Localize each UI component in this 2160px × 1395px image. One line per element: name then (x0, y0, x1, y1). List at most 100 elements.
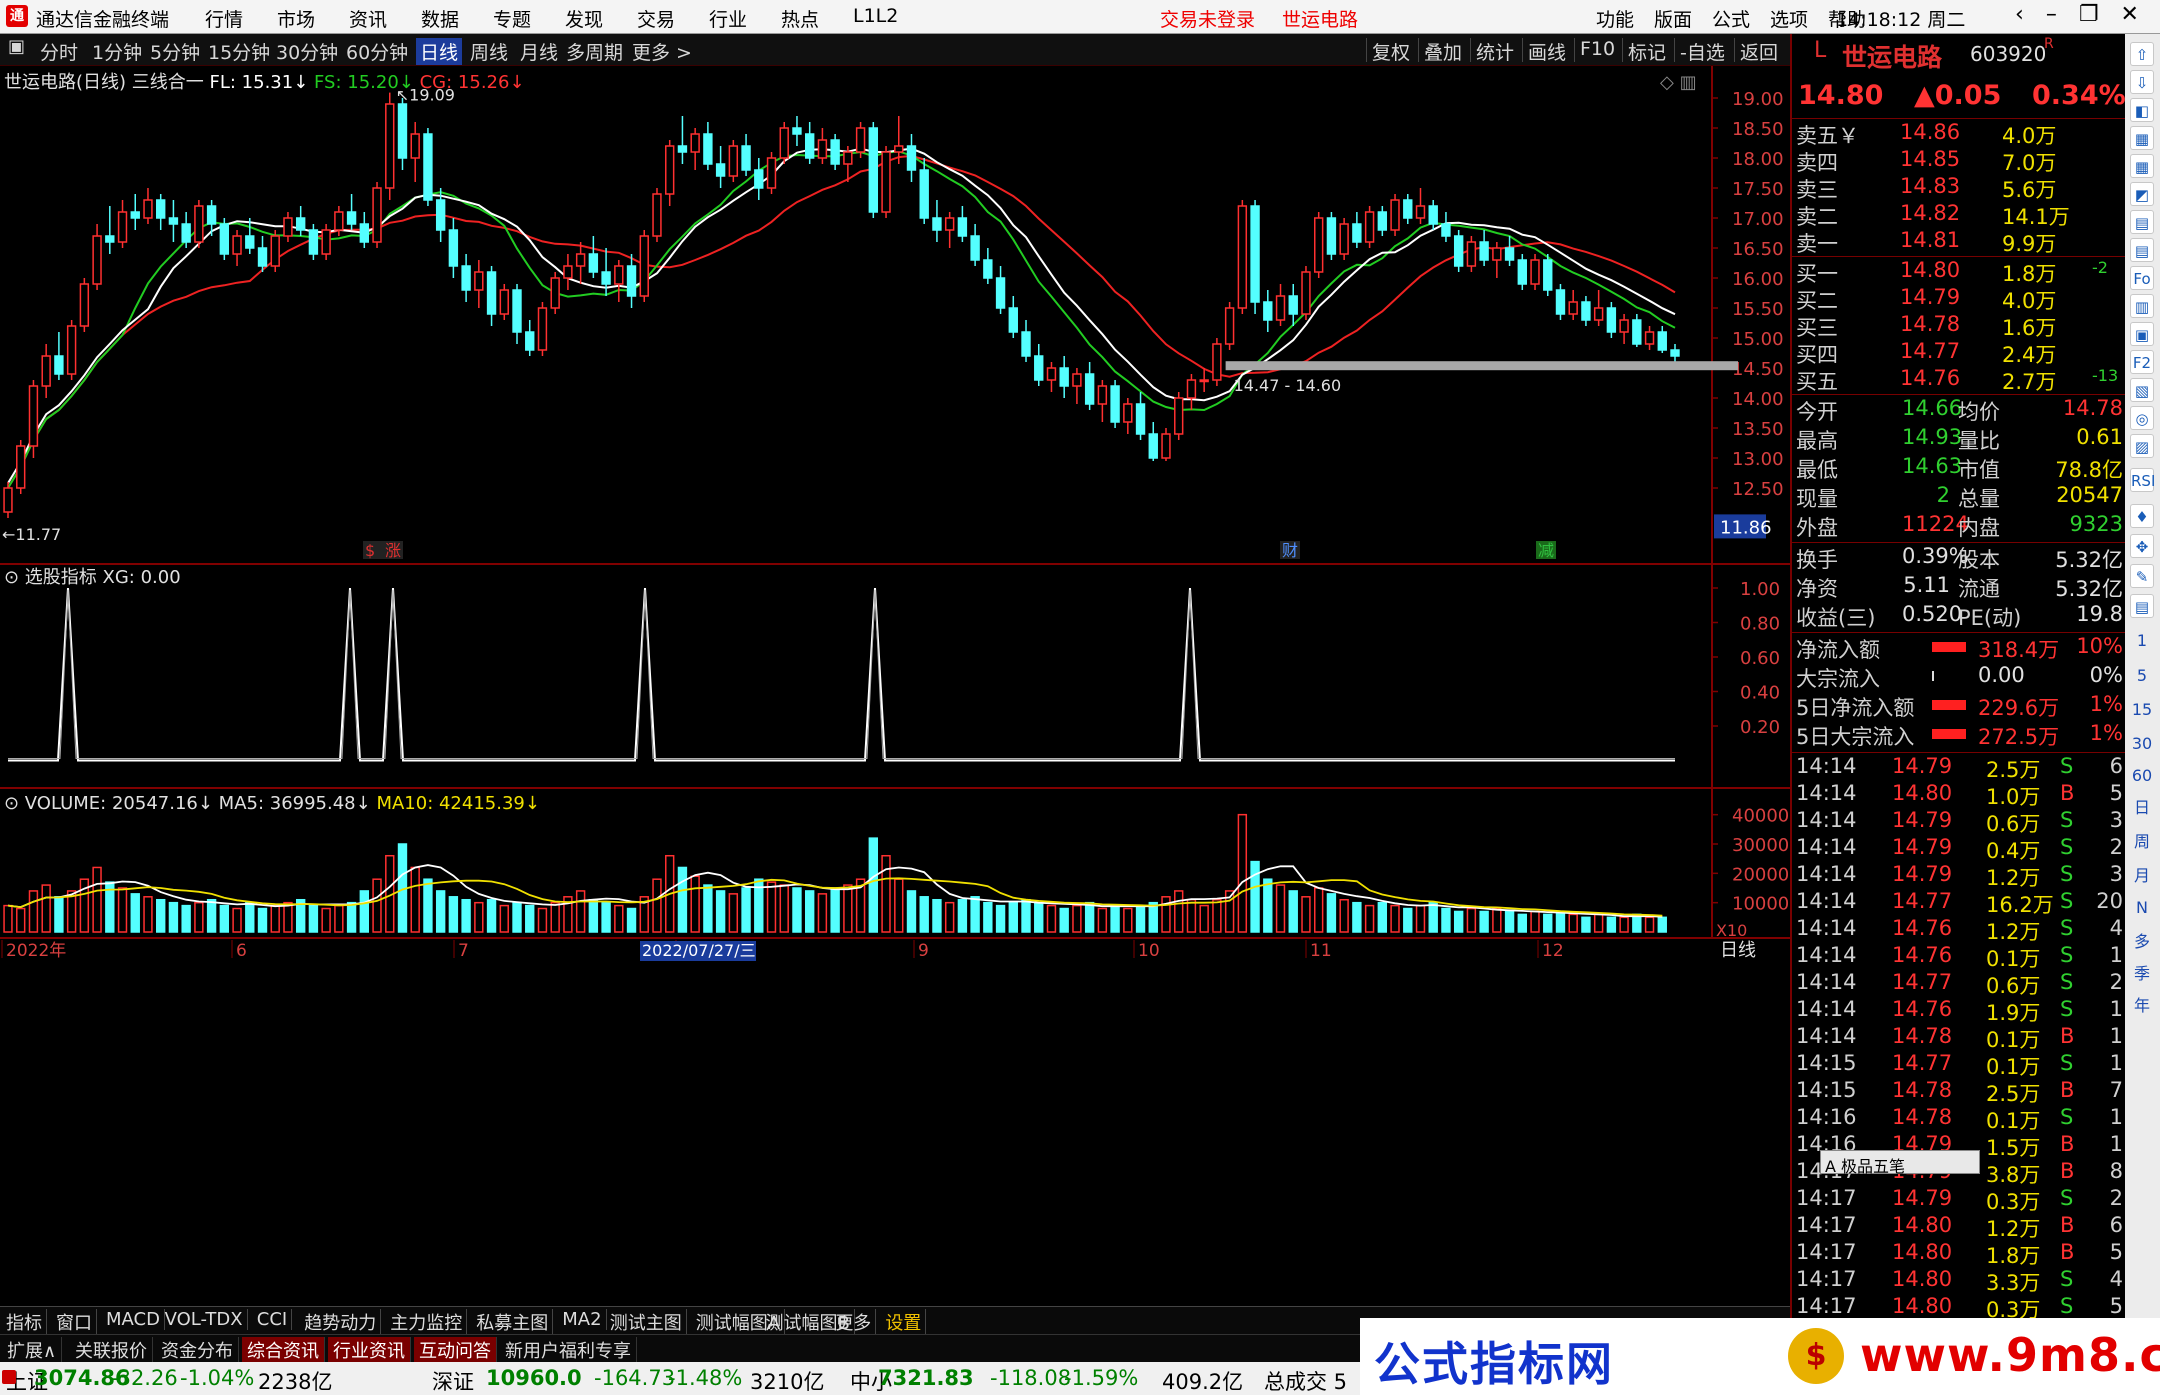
candle-body[interactable] (435, 199, 446, 231)
candle-body[interactable] (156, 199, 166, 219)
candle-body[interactable] (1339, 223, 1349, 255)
period-0[interactable]: 分时 (40, 38, 78, 65)
candle-body[interactable] (486, 271, 497, 315)
candle-body[interactable] (1174, 397, 1184, 435)
candle-body[interactable] (995, 277, 1006, 309)
indicator-tab[interactable]: CCI (253, 1309, 293, 1330)
candle-body[interactable] (1237, 205, 1248, 309)
support-band[interactable] (1225, 361, 1738, 371)
candle-body[interactable] (919, 169, 929, 219)
candle-body[interactable] (779, 127, 789, 159)
candle-body[interactable] (830, 139, 840, 165)
candle-body[interactable] (130, 211, 140, 219)
candle-body[interactable] (143, 199, 153, 219)
period-3[interactable]: 15分钟 (208, 38, 270, 65)
side-icon-17[interactable]: ✥ (2130, 534, 2154, 558)
candle-body[interactable] (614, 265, 624, 285)
candle-body[interactable] (1352, 223, 1362, 243)
candle-body[interactable] (283, 217, 293, 237)
side-icon-13[interactable]: ◎ (2130, 406, 2154, 430)
restore-icon[interactable]: ❐ (2079, 2, 2099, 27)
side-icon-20[interactable]: 1 (2130, 629, 2154, 653)
candle-body[interactable] (690, 133, 700, 153)
candle-body[interactable] (970, 235, 980, 261)
candle-body[interactable] (16, 445, 26, 489)
info-tab[interactable]: 新用户福利专享 (500, 1337, 637, 1363)
candle-body[interactable] (1415, 205, 1426, 219)
candle-body[interactable] (270, 235, 280, 267)
candle-body[interactable] (92, 235, 102, 285)
candle-body[interactable] (359, 223, 370, 243)
candle-body[interactable] (1046, 367, 1057, 381)
period-7[interactable]: 周线 (470, 38, 508, 65)
candle-body[interactable] (1543, 259, 1553, 291)
indicator-tab[interactable]: MA2 (558, 1309, 607, 1330)
candle-body[interactable] (1428, 205, 1438, 225)
tool-3[interactable]: 画线 (1528, 38, 1566, 65)
candle-body[interactable] (1453, 235, 1464, 267)
candle-body[interactable] (1110, 385, 1120, 423)
candle-body[interactable] (843, 151, 853, 165)
tool-5[interactable]: 标记 (1628, 38, 1666, 65)
candle-body[interactable] (792, 127, 802, 135)
candle-body[interactable] (1148, 433, 1158, 459)
chart-area[interactable]: 19.00 18.50 18.00 17.50 17.00 16.50 16.00 15.50… (0, 66, 1790, 1311)
candle-body[interactable] (1199, 379, 1209, 383)
candle-body[interactable] (754, 169, 764, 189)
candle-body[interactable] (906, 145, 917, 171)
candle-body[interactable] (1021, 331, 1031, 357)
candle-body[interactable] (372, 187, 382, 243)
candle-body[interactable] (1301, 271, 1311, 315)
side-icon-25[interactable]: 日 (2130, 796, 2154, 820)
candle-body[interactable] (1072, 373, 1082, 387)
candle-body[interactable] (168, 217, 179, 225)
indicator-tab[interactable]: 测试主图 (606, 1309, 687, 1335)
indicator-tab[interactable]: 更多 (831, 1309, 877, 1335)
side-icon-12[interactable]: ▧ (2130, 378, 2154, 402)
candle-body[interactable] (804, 133, 815, 159)
side-icon-10[interactable]: ▣ (2130, 322, 2154, 346)
kline-chart[interactable]: 19.00 18.50 18.00 17.50 17.00 16.50 16.00 15.50… (0, 66, 1790, 1306)
menu-9[interactable]: L1L2 (853, 5, 925, 32)
candle-body[interactable] (1390, 199, 1400, 231)
info-tab[interactable]: 资金分布 (156, 1337, 239, 1363)
candle-body[interactable] (1186, 379, 1197, 399)
candle-body[interactable] (1084, 373, 1095, 405)
chart-settings-icon[interactable]: ◇ ▥ (1660, 72, 1697, 93)
info-tab[interactable]: 互动问答 (414, 1337, 497, 1363)
period-5[interactable]: 60分钟 (346, 38, 408, 65)
candle-body[interactable] (474, 271, 484, 291)
candle-body[interactable] (461, 265, 471, 291)
menu-6[interactable]: 交易 (637, 5, 709, 32)
menu-3[interactable]: 数据 (421, 5, 493, 32)
candle-body[interactable] (308, 229, 319, 255)
side-icon-16[interactable]: ♦ (2130, 504, 2154, 528)
candle-body[interactable] (1161, 433, 1171, 459)
info-tab[interactable]: 行业资讯 (328, 1337, 411, 1363)
candle-body[interactable] (1632, 319, 1642, 345)
period-4[interactable]: 30分钟 (276, 38, 338, 65)
right-menu-1[interactable]: 版面 (1654, 5, 1712, 32)
candle-body[interactable] (537, 307, 548, 351)
tool-4[interactable]: F10 (1580, 38, 1615, 60)
side-icon-22[interactable]: 15 (2130, 698, 2154, 722)
info-tab[interactable]: 综合资讯 (242, 1337, 325, 1363)
candle-body[interactable] (448, 229, 459, 267)
candle-body[interactable] (334, 211, 344, 231)
candle-body[interactable] (1135, 403, 1146, 435)
period-2[interactable]: 5分钟 (150, 38, 200, 65)
candle-body[interactable] (728, 145, 739, 177)
indicator-tab[interactable]: 趋势动力 (300, 1309, 382, 1335)
candle-body[interactable] (512, 289, 522, 333)
candle-body[interactable] (1670, 349, 1680, 357)
indicator-tab[interactable]: 私募主图 (472, 1309, 554, 1335)
side-icon-18[interactable]: ✎ (2130, 564, 2154, 588)
tool-2[interactable]: 统计 (1476, 38, 1514, 65)
menu-5[interactable]: 发现 (565, 5, 637, 32)
candle-body[interactable] (817, 139, 828, 159)
candle-body[interactable] (1034, 355, 1044, 381)
right-menu-0[interactable]: 功能 (1596, 5, 1654, 32)
candle-body[interactable] (423, 133, 433, 201)
candle-body[interactable] (855, 127, 866, 153)
candle-body[interactable] (703, 133, 713, 165)
